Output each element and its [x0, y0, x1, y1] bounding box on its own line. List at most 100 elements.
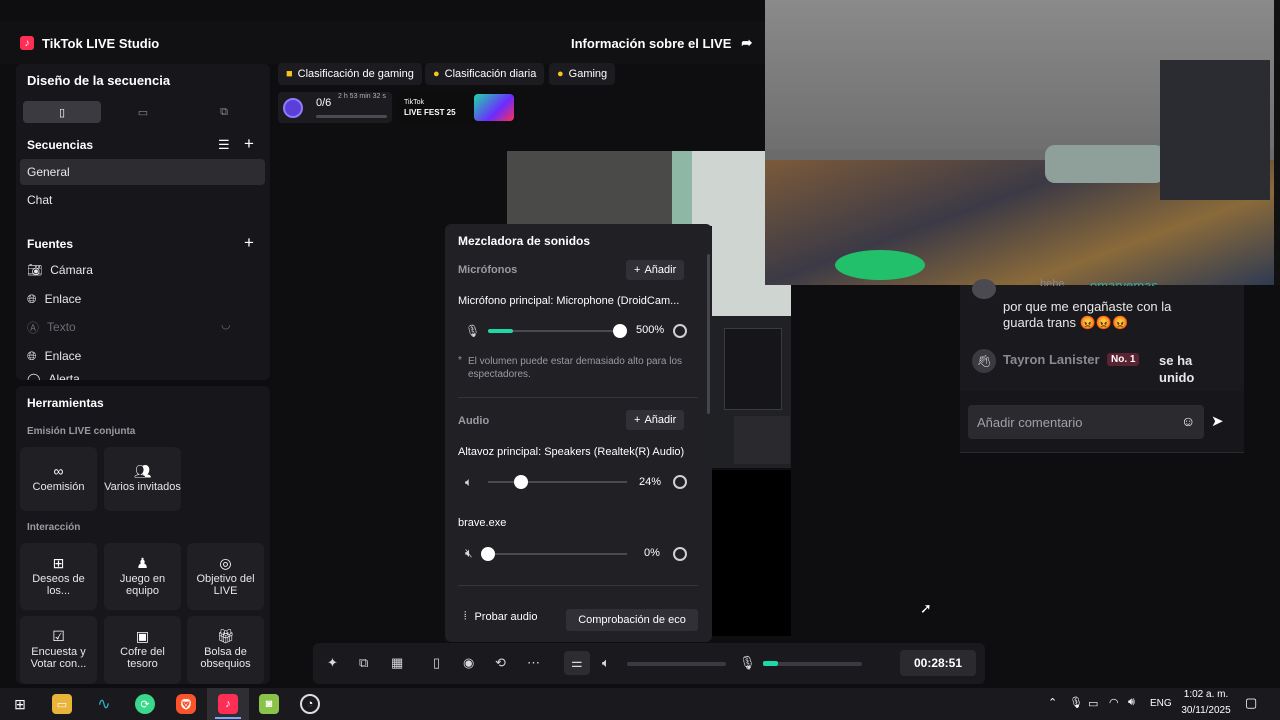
obs-icon[interactable]: ◔: [300, 694, 320, 714]
mic-volume-knob[interactable]: [613, 324, 627, 338]
banner-art: [474, 94, 514, 121]
app-android-icon[interactable]: ◙: [259, 694, 279, 714]
windows-start-icon[interactable]: ⊞: [10, 694, 30, 714]
treasure-chest-tool[interactable]: ▣ Cofre del tesoro: [104, 616, 181, 684]
tool-label: Varios invitados: [104, 481, 181, 493]
mic-name: Micrófono principal: Microphone (DroidCa…: [458, 295, 680, 307]
send-icon[interactable]: ➤: [1211, 412, 1224, 430]
link-icon: ∞: [53, 463, 64, 479]
more-icon[interactable]: ⋯: [527, 655, 540, 671]
add-label: Añadir: [644, 414, 677, 426]
camera-icon: 📷︎: [27, 263, 43, 277]
portrait-icon: ▯: [58, 106, 66, 119]
brave-icon[interactable]: 🦁︎: [176, 694, 196, 714]
volume-level-bar[interactable]: [627, 662, 726, 666]
test-audio-button[interactable]: ⦙ Probar audio: [464, 610, 537, 623]
chip-daily-ranking[interactable]: ● Clasificación diaria: [425, 63, 545, 85]
volume-icon[interactable]: 🔈︎: [602, 655, 610, 671]
camera-feed: [765, 0, 1274, 285]
mixer-scrollbar[interactable]: [707, 254, 710, 414]
echo-check-button[interactable]: Comprobación de eco: [566, 609, 698, 631]
language-indicator[interactable]: ENG: [1150, 698, 1172, 709]
goal-progress-card[interactable]: 0/6 2 h 53 min 32 s: [278, 92, 392, 123]
scene-item-general[interactable]: General: [20, 159, 265, 185]
source-label: Cámara: [50, 263, 93, 277]
medal-icon: ●: [433, 68, 440, 80]
camera-preview: [507, 151, 765, 226]
source-item-text[interactable]: Ⓐ Texto: [27, 317, 76, 337]
layout-switch-icon[interactable]: ⧉: [359, 655, 368, 671]
app-green-icon[interactable]: ⟳: [135, 694, 155, 714]
wifi-icon[interactable]: ◠: [1109, 696, 1119, 709]
tiktok-logo-icon: ♪: [20, 36, 34, 50]
tool-label: Juego en equipo: [119, 572, 166, 597]
multi-guest-tool[interactable]: 👥︎ Varios invitados: [104, 447, 181, 511]
add-audio-button[interactable]: + Añadir: [626, 410, 685, 430]
plus-icon: +: [634, 264, 641, 276]
emoji-icon[interactable]: ☺: [1181, 413, 1195, 429]
phone-icon[interactable]: ▯: [433, 655, 440, 671]
clock-time[interactable]: 1:02 a. m.: [1180, 689, 1232, 700]
source-item-link-2[interactable]: 🌐︎ Enlace: [27, 346, 81, 366]
live-timer-text: 00:28:51: [913, 656, 963, 670]
goal-count: 0/6: [316, 97, 332, 109]
source-item-link[interactable]: 🌐︎ Enlace: [27, 289, 81, 309]
app-title: ♪ TikTok LIVE Studio: [20, 22, 159, 64]
add-label: Añadir: [644, 264, 677, 276]
tray-mic-icon[interactable]: 🎙︎: [1069, 696, 1083, 709]
file-explorer-icon[interactable]: ▭: [52, 694, 72, 714]
gift-bag-tool[interactable]: 🎁︎ Bolsa de obsequios: [187, 616, 264, 684]
hidden-eye-icon[interactable]: ◡: [221, 318, 231, 331]
scene-item-chat[interactable]: Chat: [20, 187, 265, 213]
poll-tool[interactable]: ☑ Encuesta y Votar con...: [20, 616, 97, 684]
record-icon[interactable]: ◉: [463, 655, 474, 671]
plus-icon: +: [634, 414, 641, 426]
layout-portrait-tab[interactable]: ▯: [23, 101, 101, 123]
mic-settings-icon[interactable]: [673, 324, 687, 338]
team-game-tool[interactable]: ♟ Juego en equipo: [104, 543, 181, 610]
live-fest-banner[interactable]: TikTok LIVE FEST 25: [398, 92, 516, 123]
wishes-tool[interactable]: ⊞ Deseos de los...: [20, 543, 97, 610]
clock-date[interactable]: 30/11/2025: [1178, 705, 1234, 716]
add-scene-icon[interactable]: +: [244, 134, 254, 154]
notification-icon[interactable]: ▢: [1245, 695, 1257, 711]
comment-input[interactable]: Añadir comentario: [968, 405, 1204, 439]
tray-chevron-icon[interactable]: ⌃: [1048, 696, 1057, 709]
magic-wand-icon[interactable]: ✦: [327, 655, 338, 671]
interaction-label: Interacción: [27, 522, 81, 533]
add-source-icon[interactable]: +: [244, 233, 254, 253]
source-label: Alerta: [48, 372, 80, 380]
layout-dual-tab[interactable]: ⧉: [185, 101, 263, 123]
mixer-title: Mezcladora de sonidos: [458, 234, 591, 248]
speaker-volume-knob[interactable]: [514, 475, 529, 489]
mic-level-fill: [763, 661, 778, 666]
list-icon[interactable]: ☰: [218, 137, 230, 153]
poll-icon: ☑: [52, 628, 65, 644]
source-item-camera[interactable]: 📷︎ Cámara: [27, 260, 93, 280]
mic-icon[interactable]: 🎙︎: [739, 655, 756, 671]
right-empty-area: [1027, 453, 1280, 688]
chip-gaming[interactable]: ● Gaming: [549, 63, 616, 85]
camera-bowl: [835, 250, 925, 280]
live-info-button[interactable]: Información sobre el LIVE ➦: [571, 22, 752, 64]
app-volume-knob[interactable]: [481, 547, 495, 561]
layout-landscape-tab[interactable]: ▭: [104, 101, 182, 123]
waveform-icon: ⦙: [464, 610, 467, 622]
app-settings-icon[interactable]: [673, 547, 687, 561]
replay-icon[interactable]: ⟲: [495, 655, 506, 671]
layout-title: Diseño de la secuencia: [27, 73, 171, 88]
speaker-settings-icon[interactable]: [673, 475, 687, 489]
chip-gaming-ranking[interactable]: ■ Clasificación de gaming: [278, 63, 422, 85]
goal-time: 2 h 53 min 32 s: [338, 93, 386, 100]
chat-partial-user: bebe: [1040, 278, 1065, 286]
live-goal-tool[interactable]: ◎ Objetivo del LIVE: [187, 543, 264, 610]
tiktok-studio-icon[interactable]: ♪: [218, 694, 238, 714]
co-host-tool[interactable]: ∞ Coemisión: [20, 447, 97, 511]
source-item-alert[interactable]: ◯ Alerta: [27, 372, 80, 380]
screen-icon[interactable]: ▦: [391, 655, 403, 671]
app-swirl-icon[interactable]: ∿: [94, 694, 114, 714]
speaker-tray-icon[interactable]: 🔊︎: [1128, 696, 1135, 709]
battery-icon[interactable]: ▭: [1088, 697, 1098, 710]
add-mic-button[interactable]: + Añadir: [626, 260, 685, 280]
source-label: Texto: [47, 320, 76, 334]
